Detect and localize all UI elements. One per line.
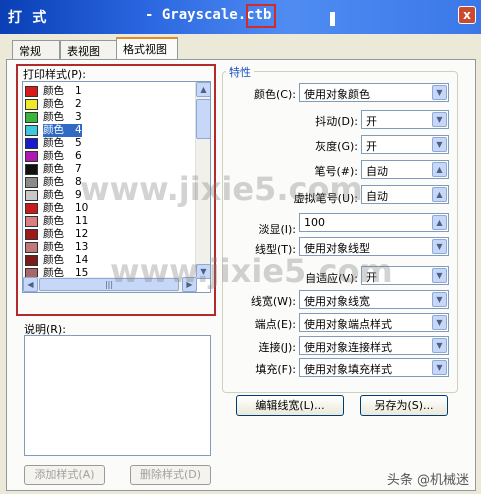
list-item[interactable]: 颜色 3 bbox=[25, 111, 195, 124]
close-button[interactable]: x bbox=[458, 6, 476, 24]
title-bar: 打 式 - Grayscale.ctb x bbox=[0, 0, 481, 34]
watermark-text: www.jixie5.com bbox=[80, 170, 363, 208]
add-style-button[interactable]: 添加样式(A) bbox=[24, 465, 105, 485]
delete-style-button[interactable]: 删除样式(D) bbox=[130, 465, 211, 485]
highlight-marker bbox=[246, 4, 276, 28]
list-item[interactable]: 颜色 12 bbox=[25, 228, 195, 241]
tab-bar: 常规 表视图 格式视图 bbox=[4, 36, 477, 61]
screening-input[interactable]: 100 ▲ bbox=[299, 213, 449, 232]
chevron-down-icon[interactable]: ▼ bbox=[432, 137, 447, 152]
color-swatch bbox=[25, 124, 38, 136]
color-swatch bbox=[25, 228, 38, 240]
chevron-down-icon[interactable]: ▼ bbox=[432, 112, 447, 127]
list-item[interactable]: 颜色 6 bbox=[25, 150, 195, 163]
spinner-icon[interactable]: ▲ bbox=[432, 162, 447, 177]
edit-lineweight-button[interactable]: 编辑线宽(L)... bbox=[236, 395, 344, 416]
grayscale-select[interactable]: 开 ▼ bbox=[361, 135, 449, 154]
spinner-icon[interactable]: ▲ bbox=[432, 215, 447, 230]
grayscale-label: 灰度(G): bbox=[315, 140, 358, 153]
screening-label: 淡显(I): bbox=[258, 223, 296, 236]
chevron-down-icon[interactable]: ▼ bbox=[432, 338, 447, 353]
color-label: 颜色(C): bbox=[254, 88, 296, 101]
color-swatch bbox=[25, 111, 38, 123]
color-swatch bbox=[25, 176, 38, 188]
color-swatch bbox=[25, 215, 38, 227]
line-join-select[interactable]: 使用对象连接样式 ▼ bbox=[299, 336, 449, 355]
color-swatch bbox=[25, 98, 38, 110]
scroll-up-icon[interactable]: ▲ bbox=[196, 82, 210, 97]
list-item[interactable]: 颜色 11 bbox=[25, 215, 195, 228]
lineweight-label: 线宽(W): bbox=[250, 295, 296, 308]
chevron-down-icon[interactable]: ▼ bbox=[432, 268, 447, 283]
spinner-icon[interactable]: ▲ bbox=[432, 187, 447, 202]
description-textarea[interactable] bbox=[24, 335, 211, 456]
color-swatch bbox=[25, 137, 38, 149]
chevron-down-icon[interactable]: ▼ bbox=[432, 239, 447, 254]
tab-table-view[interactable]: 表视图 bbox=[60, 40, 120, 60]
line-join-label: 连接(J): bbox=[258, 341, 296, 354]
lineweight-select[interactable]: 使用对象线宽 ▼ bbox=[299, 290, 449, 309]
list-item[interactable]: 颜色 5 bbox=[25, 137, 195, 150]
pen-number-select[interactable]: 自动 ▲ bbox=[361, 160, 449, 179]
chevron-down-icon[interactable]: ▼ bbox=[432, 360, 447, 375]
chevron-down-icon[interactable]: ▼ bbox=[432, 85, 447, 100]
watermark-text: www.jixie5.com bbox=[110, 252, 393, 290]
line-end-label: 端点(E): bbox=[254, 318, 296, 331]
chevron-down-icon[interactable]: ▼ bbox=[432, 292, 447, 307]
window-title: 打 式 bbox=[8, 10, 48, 26]
color-swatch bbox=[25, 202, 38, 214]
color-swatch bbox=[25, 189, 38, 201]
list-item[interactable]: 颜色 1 bbox=[25, 85, 195, 98]
cursor-icon bbox=[330, 12, 335, 26]
scroll-thumb[interactable] bbox=[196, 99, 210, 139]
print-styles-label: 打印样式(P): bbox=[23, 68, 86, 81]
color-swatch bbox=[25, 241, 38, 253]
color-select[interactable]: 使用对象颜色 ▼ bbox=[299, 83, 449, 102]
dither-label: 抖动(D): bbox=[315, 115, 358, 128]
fill-style-label: 填充(F): bbox=[255, 363, 296, 376]
color-swatch bbox=[25, 254, 38, 266]
dither-select[interactable]: 开 ▼ bbox=[361, 110, 449, 129]
tab-form-view[interactable]: 格式视图 bbox=[116, 37, 178, 61]
color-swatch bbox=[25, 150, 38, 162]
list-item-selected[interactable]: 颜色 4 bbox=[25, 124, 195, 137]
tab-general[interactable]: 常规 bbox=[12, 40, 60, 60]
virtual-pen-select[interactable]: 自动 ▲ bbox=[361, 185, 449, 204]
color-swatch bbox=[25, 85, 38, 97]
list-item[interactable]: 颜色 2 bbox=[25, 98, 195, 111]
properties-group-title: 特性 bbox=[226, 64, 254, 80]
chevron-down-icon[interactable]: ▼ bbox=[432, 315, 447, 330]
color-swatch bbox=[25, 163, 38, 175]
line-end-select[interactable]: 使用对象端点样式 ▼ bbox=[299, 313, 449, 332]
footer-watermark: 头条 @机械迷 bbox=[386, 473, 469, 488]
save-as-button[interactable]: 另存为(S)... bbox=[360, 395, 448, 416]
scroll-left-icon[interactable]: ◀ bbox=[23, 277, 38, 292]
fill-style-select[interactable]: 使用对象填充样式 ▼ bbox=[299, 358, 449, 377]
